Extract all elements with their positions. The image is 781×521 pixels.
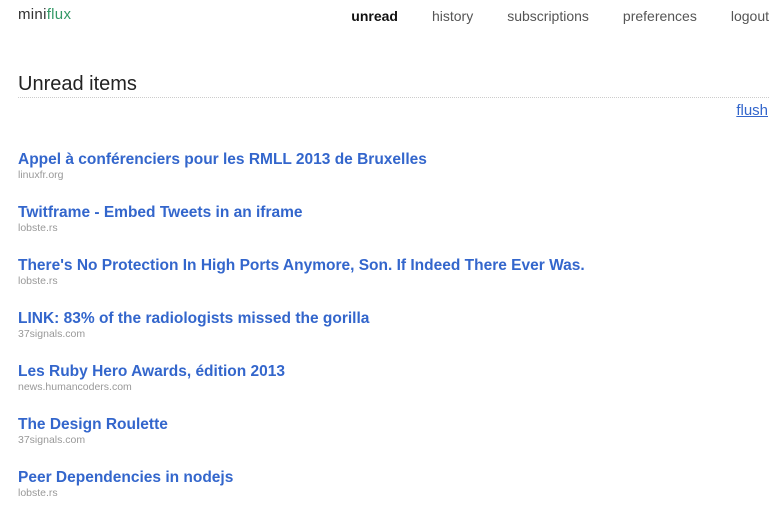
list-item: Appel à conférenciers pour les RMLL 2013… xyxy=(18,150,758,203)
item-source: linuxfr.org xyxy=(18,169,64,181)
item-source: lobste.rs xyxy=(18,487,58,499)
item-title-link[interactable]: Peer Dependencies in nodejs xyxy=(18,468,758,487)
list-item: Twitframe - Embed Tweets in an iframe lo… xyxy=(18,203,758,256)
list-item: LINK: 83% of the radiologists missed the… xyxy=(18,309,758,362)
list-item: The Design Roulette 37signals.com xyxy=(18,415,758,468)
nav-subscriptions[interactable]: subscriptions xyxy=(507,8,589,24)
nav-preferences[interactable]: preferences xyxy=(623,8,697,24)
nav-history[interactable]: history xyxy=(432,8,473,24)
list-item: There's No Protection In High Ports Anym… xyxy=(18,256,758,309)
item-source: news.humancoders.com xyxy=(18,381,132,393)
item-source: 37signals.com xyxy=(18,434,86,446)
item-title-link[interactable]: Twitframe - Embed Tweets in an iframe xyxy=(18,203,758,222)
logo-text-mini: mini xyxy=(18,6,47,23)
item-title-link[interactable]: LINK: 83% of the radiologists missed the… xyxy=(18,309,758,328)
list-item: Les Ruby Hero Awards, édition 2013 news.… xyxy=(18,362,758,415)
item-title-link[interactable]: There's No Protection In High Ports Anym… xyxy=(18,256,758,275)
item-title-link[interactable]: The Design Roulette xyxy=(18,415,758,434)
item-list: Appel à conférenciers pour les RMLL 2013… xyxy=(18,150,758,521)
main-nav: unread history subscriptions preferences… xyxy=(317,8,769,24)
flush-link[interactable]: flush xyxy=(736,102,768,119)
item-title-link[interactable]: Les Ruby Hero Awards, édition 2013 xyxy=(18,362,758,381)
app-logo[interactable]: miniflux xyxy=(18,6,71,23)
item-title-link[interactable]: Appel à conférenciers pour les RMLL 2013… xyxy=(18,150,758,169)
item-source: lobste.rs xyxy=(18,222,58,234)
page-title: Unread items xyxy=(18,73,769,98)
nav-unread[interactable]: unread xyxy=(351,8,398,24)
nav-logout[interactable]: logout xyxy=(731,8,769,24)
list-item: Peer Dependencies in nodejs lobste.rs xyxy=(18,468,758,521)
logo-text-flux: flux xyxy=(46,6,72,23)
item-source: 37signals.com xyxy=(18,328,86,340)
item-source: lobste.rs xyxy=(18,275,58,287)
